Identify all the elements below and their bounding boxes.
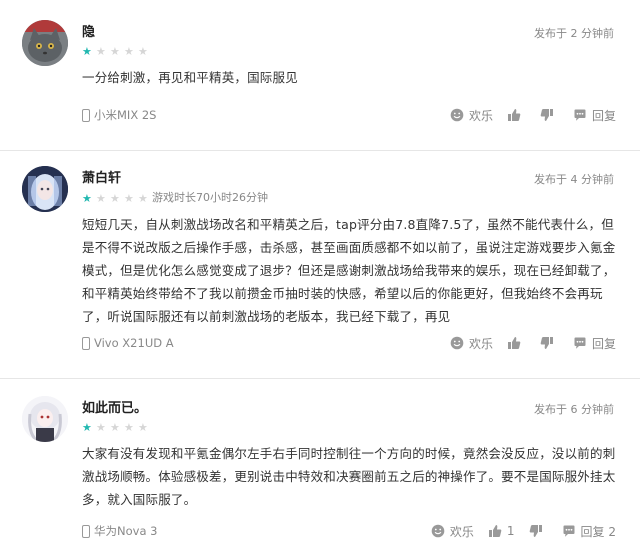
thumb-down-icon <box>529 525 542 537</box>
star-icon: ★ <box>82 420 92 434</box>
review-text: 短短几天，自从刺激战场改名和平精英之后，tap评分由7.8直降7.5了，虽然不能… <box>82 217 616 324</box>
star-icon: ★ <box>138 420 148 434</box>
fun-label: 欢乐 <box>468 108 493 123</box>
star-icon: ★ <box>110 420 120 434</box>
smile-icon <box>431 524 445 538</box>
smile-icon <box>450 336 464 350</box>
device-info: 小米MIX 2S <box>82 107 156 123</box>
star-rating: ★ ★ ★ ★ ★ <box>82 192 149 204</box>
star-icon: ★ <box>124 44 134 58</box>
star-icon: ★ <box>124 191 134 205</box>
fun-label: 欢乐 <box>449 524 474 539</box>
device-info: 华为Nova 3 <box>82 523 157 539</box>
star-icon: ★ <box>124 420 134 434</box>
review-text: 大家有没有发现和平氪金偶尔左手右手同时控制往一个方向的时候，竟然会没反应，没以前… <box>82 446 616 507</box>
thumb-up-icon <box>507 337 521 349</box>
review-card: 如此而已。 发布于 6 分钟前 ★ ★ ★ ★ ★ 大家有没有发现和平氪金偶尔左… <box>0 378 640 548</box>
like-button[interactable] <box>507 108 526 122</box>
avatar[interactable] <box>22 20 68 66</box>
phone-icon <box>82 524 90 538</box>
avatar[interactable] <box>22 166 68 212</box>
cat-avatar-image <box>22 20 68 66</box>
dislike-button[interactable] <box>529 524 548 538</box>
user-name[interactable]: 隐 <box>82 24 95 42</box>
like-button[interactable]: 1 <box>488 524 515 538</box>
review-actions: 欢乐 回复 <box>450 107 616 124</box>
star-rating: ★ ★ ★ ★ ★ <box>82 421 149 433</box>
device-info: Vivo X21UD A <box>82 336 174 350</box>
phone-icon <box>82 108 90 122</box>
reply-button[interactable]: 回复 <box>573 107 616 124</box>
like-count: 1 <box>506 524 515 538</box>
fun-button[interactable]: 欢乐 <box>450 107 493 124</box>
review-footer: Vivo X21UD A 欢乐 回复 <box>82 332 616 354</box>
user-name[interactable]: 如此而已。 <box>82 400 147 418</box>
device-name: 小米MIX 2S <box>94 108 157 122</box>
post-time: 发布于 4 分钟前 <box>534 173 614 186</box>
dislike-button[interactable] <box>540 336 559 350</box>
review-card: 萧白轩 发布于 4 分钟前 ★ ★ ★ ★ ★ 游戏时长70小时26分钟 短短几… <box>0 150 640 378</box>
user-name[interactable]: 萧白轩 <box>82 170 121 188</box>
reply-label: 回复 <box>591 336 616 351</box>
anime-avatar-image <box>22 166 68 212</box>
star-icon: ★ <box>110 191 120 205</box>
anime-avatar-image <box>22 396 68 442</box>
thumb-down-icon <box>540 337 553 349</box>
device-name: Vivo X21UD A <box>94 336 174 350</box>
fun-button[interactable]: 欢乐 <box>431 523 474 540</box>
dislike-button[interactable] <box>540 108 559 122</box>
review-text: 一分给刺激，再见和平精英，国际服见 <box>82 70 298 85</box>
like-button[interactable] <box>507 336 526 350</box>
comment-icon <box>563 525 575 537</box>
thumb-down-icon <box>540 109 553 121</box>
review-card: 隐 发布于 2 分钟前 ★ ★ ★ ★ ★ 一分给刺激，再见和平精英，国际服见 … <box>0 0 640 150</box>
star-icon: ★ <box>138 44 148 58</box>
review-actions: 欢乐 回复 <box>450 335 616 352</box>
thumb-up-icon <box>488 525 502 537</box>
post-time: 发布于 2 分钟前 <box>534 27 614 40</box>
star-icon: ★ <box>96 420 106 434</box>
phone-icon <box>82 336 90 350</box>
playtime: 游戏时长70小时26分钟 <box>152 191 268 204</box>
reply-label: 回复 <box>591 108 616 123</box>
comment-icon <box>574 337 586 349</box>
reply-button[interactable]: 回复 2 <box>562 523 616 540</box>
star-icon: ★ <box>110 44 120 58</box>
review-actions: 欢乐 1 回复 2 <box>431 523 616 540</box>
review-footer: 华为Nova 3 欢乐 1 回复 2 <box>82 520 616 542</box>
device-name: 华为Nova 3 <box>94 524 158 538</box>
comment-icon <box>574 109 586 121</box>
star-icon: ★ <box>82 44 92 58</box>
avatar[interactable] <box>22 396 68 442</box>
star-icon: ★ <box>96 44 106 58</box>
fun-label: 欢乐 <box>468 336 493 351</box>
reply-button[interactable]: 回复 <box>573 335 616 352</box>
thumb-up-icon <box>507 109 521 121</box>
review-footer: 小米MIX 2S 欢乐 回复 <box>82 104 616 126</box>
post-time: 发布于 6 分钟前 <box>534 403 614 416</box>
star-rating: ★ ★ ★ ★ ★ <box>82 45 149 57</box>
fun-button[interactable]: 欢乐 <box>450 335 493 352</box>
star-icon: ★ <box>82 191 92 205</box>
smile-icon <box>450 108 464 122</box>
star-icon: ★ <box>96 191 106 205</box>
star-icon: ★ <box>138 191 148 205</box>
reply-label: 回复 2 <box>580 524 616 539</box>
